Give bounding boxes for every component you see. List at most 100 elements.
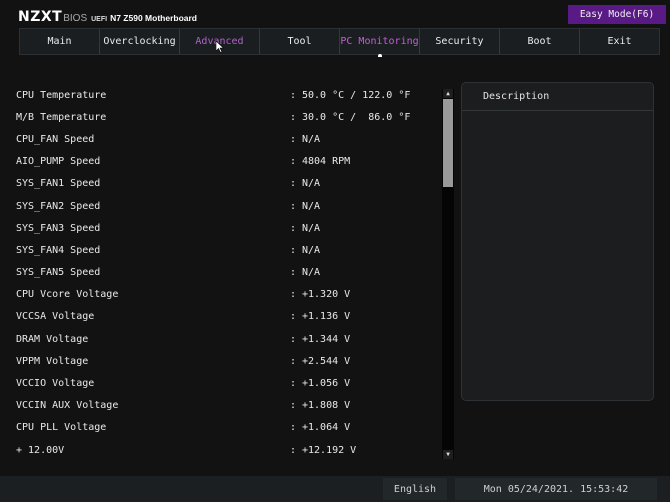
item-value: N/A bbox=[302, 200, 321, 212]
tab-main[interactable]: Main bbox=[20, 29, 100, 54]
item-label: CPU_FAN Speed bbox=[16, 133, 95, 145]
item-label: SYS_FAN2 Speed bbox=[16, 200, 101, 212]
item-label: CPU PLL Voltage bbox=[16, 422, 107, 434]
tab-pc-monitoring[interactable]: PC Monitoring bbox=[340, 29, 420, 57]
list-item-sys-fan4-speed: SYS_FAN4 Speed: N/A bbox=[16, 239, 436, 261]
item-label: VCCSA Voltage bbox=[16, 311, 95, 323]
list-item-mb-temperature: M/B Temperature:30.0 °C / 86.0 °F bbox=[16, 106, 436, 128]
list-item-aio-pump-speed: AIO_PUMP Speed:4804 RPM bbox=[16, 151, 436, 173]
brand-header: NZXT BIOS UEFI N7 Z590 Motherboard bbox=[18, 9, 197, 25]
list-item-sys-fan2-speed: SYS_FAN2 Speed: N/A bbox=[16, 195, 436, 217]
item-separator: : bbox=[290, 178, 297, 190]
datetime-display[interactable]: Mon 05/24/2021. 15:53:42 bbox=[455, 478, 657, 500]
bios-label: BIOS bbox=[63, 13, 88, 24]
list-item-vppm-voltage: VPPM Voltage: +2.544 V bbox=[16, 350, 436, 372]
description-panel: Description bbox=[461, 82, 654, 401]
item-value: +1.808 V bbox=[302, 400, 351, 412]
language-button[interactable]: English bbox=[383, 478, 447, 500]
list-item-12v: + 12.00V: +12.192 V bbox=[16, 439, 436, 461]
item-value: 4804 RPM bbox=[302, 156, 351, 168]
list-item-cpu-pll-voltage: CPU PLL Voltage: +1.064 V bbox=[16, 417, 436, 439]
item-label: + 12.00V bbox=[16, 444, 65, 456]
item-label: SYS_FAN3 Speed bbox=[16, 222, 101, 234]
tab-label: Overclocking bbox=[103, 36, 176, 47]
tab-security[interactable]: Security bbox=[420, 29, 500, 54]
motherboard-model: N7 Z590 Motherboard bbox=[110, 13, 197, 23]
item-separator: : bbox=[290, 444, 297, 456]
item-separator: : bbox=[290, 400, 297, 412]
tab-boot[interactable]: Boot bbox=[500, 29, 580, 54]
list-item-sys-fan5-speed: SYS_FAN5 Speed: N/A bbox=[16, 262, 436, 284]
tab-overclocking[interactable]: Overclocking bbox=[100, 29, 180, 54]
item-separator: : bbox=[290, 378, 297, 390]
monitoring-list: CPU Temperature:50.0 °C / 122.0 °F M/B T… bbox=[16, 84, 436, 461]
list-item-vccin-aux-voltage: VCCIN AUX Voltage: +1.808 V bbox=[16, 395, 436, 417]
item-label: SYS_FAN1 Speed bbox=[16, 178, 101, 190]
list-item-cpu-temperature: CPU Temperature:50.0 °C / 122.0 °F bbox=[16, 84, 436, 106]
item-value: N/A bbox=[302, 133, 321, 145]
item-label: CPU Temperature bbox=[16, 89, 107, 101]
brand-logo: NZXT bbox=[18, 9, 63, 25]
tab-exit[interactable]: Exit bbox=[580, 29, 659, 54]
item-label: M/B Temperature bbox=[16, 111, 107, 123]
uefi-label: UEFI bbox=[91, 16, 108, 23]
tab-label: PC Monitoring bbox=[340, 36, 419, 47]
list-item-dram-voltage: DRAM Voltage: +1.344 V bbox=[16, 328, 436, 350]
item-value: 30.0 °C / 86.0 °F bbox=[302, 111, 411, 123]
active-tab-indicator bbox=[377, 54, 382, 57]
item-value: +1.320 V bbox=[302, 289, 351, 301]
description-title: Description bbox=[462, 83, 653, 111]
item-value: N/A bbox=[302, 244, 321, 256]
item-separator: : bbox=[290, 333, 297, 345]
list-item-cpu-vcore-voltage: CPU Vcore Voltage: +1.320 V bbox=[16, 284, 436, 306]
item-value: N/A bbox=[302, 267, 321, 279]
list-item-sys-fan1-speed: SYS_FAN1 Speed: N/A bbox=[16, 173, 436, 195]
item-label: SYS_FAN5 Speed bbox=[16, 267, 101, 279]
easy-mode-button[interactable]: Easy Mode(F6) bbox=[568, 5, 666, 24]
item-label: VPPM Voltage bbox=[16, 355, 89, 367]
item-separator: : bbox=[290, 311, 297, 323]
main-tab-bar: Main Overclocking Advanced Tool PC Monit… bbox=[19, 28, 660, 57]
item-separator: : bbox=[290, 289, 297, 301]
list-scrollbar[interactable]: ▲ ▼ bbox=[442, 89, 454, 459]
item-label: CPU Vcore Voltage bbox=[16, 289, 119, 301]
tab-label: Tool bbox=[287, 36, 312, 47]
list-item-vccio-voltage: VCCIO Voltage: +1.056 V bbox=[16, 372, 436, 394]
item-separator: : bbox=[290, 222, 297, 234]
item-value: +1.136 V bbox=[302, 311, 351, 323]
item-separator: : bbox=[290, 89, 297, 101]
item-value: +2.544 V bbox=[302, 355, 351, 367]
tab-label: Security bbox=[435, 36, 484, 47]
item-value: +12.192 V bbox=[302, 444, 357, 456]
item-value: +1.064 V bbox=[302, 422, 351, 434]
item-value: 50.0 °C / 122.0 °F bbox=[302, 89, 411, 101]
list-item-cpu-fan-speed: CPU_FAN Speed: N/A bbox=[16, 128, 436, 150]
mouse-cursor-icon bbox=[216, 41, 224, 53]
status-bar: English Mon 05/24/2021. 15:53:42 bbox=[0, 476, 670, 502]
item-value: N/A bbox=[302, 178, 321, 190]
item-separator: : bbox=[290, 133, 297, 145]
scrollbar-thumb[interactable] bbox=[443, 99, 453, 187]
item-value: +1.344 V bbox=[302, 333, 351, 345]
tab-label: Boot bbox=[527, 36, 552, 47]
item-label: SYS_FAN4 Speed bbox=[16, 244, 101, 256]
scroll-up-arrow-icon[interactable]: ▲ bbox=[443, 89, 453, 98]
scroll-down-arrow-icon[interactable]: ▼ bbox=[443, 450, 453, 459]
item-separator: : bbox=[290, 156, 297, 168]
item-separator: : bbox=[290, 355, 297, 367]
item-label: DRAM Voltage bbox=[16, 333, 89, 345]
tab-label: Main bbox=[47, 36, 72, 47]
item-separator: : bbox=[290, 267, 297, 279]
item-value: N/A bbox=[302, 222, 321, 234]
item-value: +1.056 V bbox=[302, 378, 351, 390]
item-separator: : bbox=[290, 244, 297, 256]
list-item-vccsa-voltage: VCCSA Voltage: +1.136 V bbox=[16, 306, 436, 328]
item-label: VCCIO Voltage bbox=[16, 378, 95, 390]
item-separator: : bbox=[290, 111, 297, 123]
tab-label: Exit bbox=[607, 36, 632, 47]
item-label: VCCIN AUX Voltage bbox=[16, 400, 119, 412]
item-separator: : bbox=[290, 422, 297, 434]
item-separator: : bbox=[290, 200, 297, 212]
tab-tool[interactable]: Tool bbox=[260, 29, 340, 54]
item-label: AIO_PUMP Speed bbox=[16, 156, 101, 168]
